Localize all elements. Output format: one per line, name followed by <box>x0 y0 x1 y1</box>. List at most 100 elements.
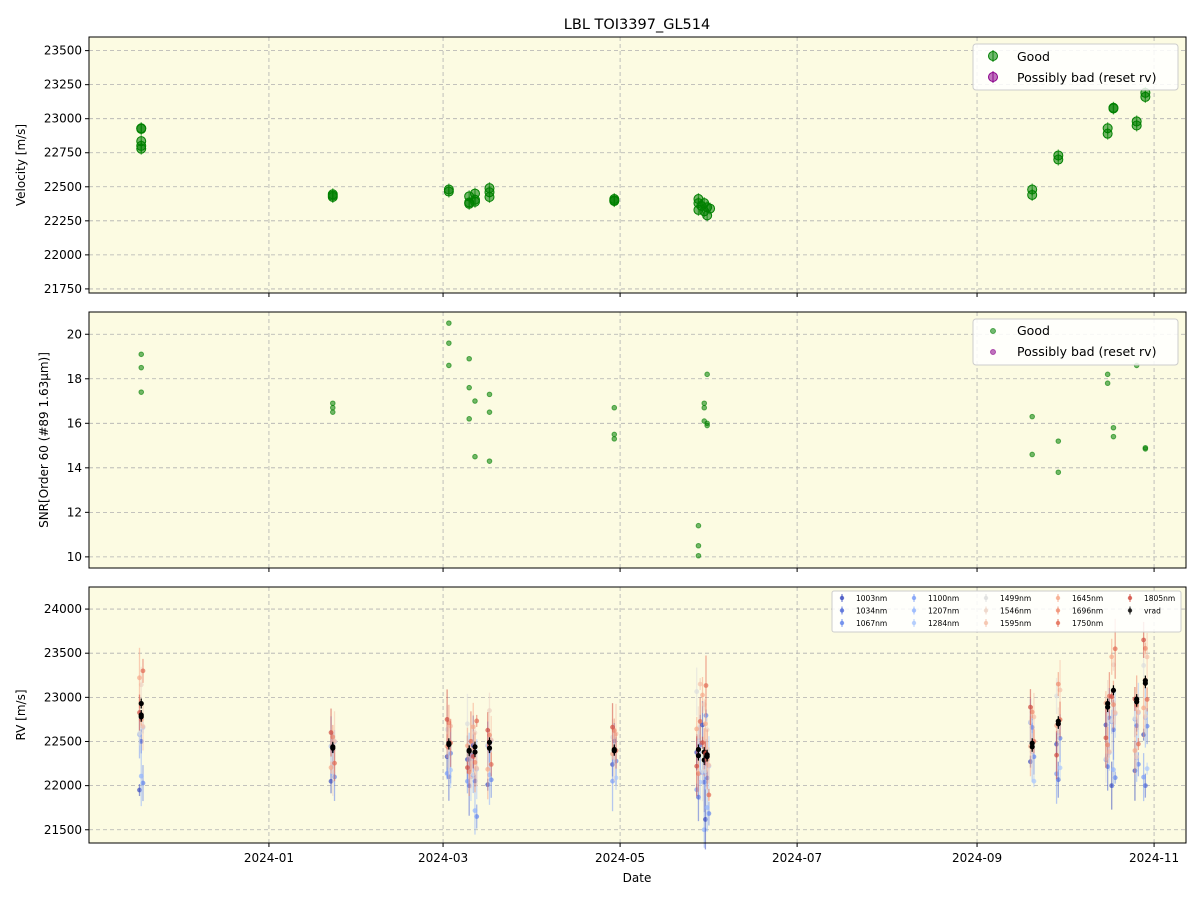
snr-point <box>695 522 702 529</box>
band-point <box>694 763 700 769</box>
snr-point <box>138 364 145 371</box>
x-tick-label: 2024-11 <box>1129 851 1179 865</box>
snr-point <box>466 355 472 362</box>
vrad-point <box>472 749 478 755</box>
band-point <box>610 724 615 730</box>
band-point <box>1057 765 1063 771</box>
snr-point <box>329 409 336 415</box>
vrad-point <box>704 753 710 760</box>
y-tick-label: 23250 <box>44 78 82 92</box>
snr-point <box>701 404 708 411</box>
y-tick-label: 22750 <box>44 146 82 160</box>
rv-legend-label: vrad <box>1144 607 1161 616</box>
vrad-point <box>695 753 702 759</box>
band-point <box>1028 704 1033 710</box>
band-point <box>470 724 476 730</box>
band-point <box>1112 646 1118 652</box>
snr-point <box>466 416 472 422</box>
velocity-point <box>484 192 495 202</box>
snr-point <box>329 404 336 411</box>
snr-point <box>701 400 708 407</box>
snr-point <box>1055 469 1062 476</box>
panel-snr: 101214161820 SNR[Order 60 (#89 1.63μm)] … <box>37 311 1187 572</box>
x-axis-label: Date <box>623 871 652 885</box>
band-point <box>704 805 710 810</box>
legend-bad-marker <box>988 72 998 82</box>
snr-point <box>1110 424 1117 431</box>
rv-legend-label: 1207nm <box>928 607 959 616</box>
figure: LBL TOI3397_GL514 21750 22000 22250 22500 22… <box>14 17 1187 885</box>
figure-title: LBL TOI3397_GL514 <box>564 17 710 33</box>
snr-point <box>1110 433 1117 440</box>
snr-point <box>1104 380 1111 387</box>
rv-legend-label: 1595nm <box>1000 619 1031 628</box>
rv-legend-marker <box>839 608 845 613</box>
snr-point <box>329 400 336 407</box>
band-point <box>700 692 705 698</box>
panel-velocity: 21750 22000 22250 22500 22750 23000 23250 23500… <box>14 36 1187 297</box>
band-point <box>1141 705 1147 711</box>
band-point <box>137 675 142 681</box>
panel-rv: 21500 22000 22500 23000 23500 24000 2024-01 20… <box>14 586 1187 865</box>
band-point <box>472 808 478 813</box>
velocity-point <box>1140 91 1151 102</box>
rv-legend-label: 1284nm <box>928 619 959 628</box>
band-point <box>332 760 337 766</box>
vrad-point <box>486 745 493 751</box>
vrad-point <box>1142 680 1148 686</box>
rv-legend-marker <box>983 620 989 626</box>
snr-point <box>486 458 493 464</box>
y-tick-label: 24000 <box>44 602 82 616</box>
rv-legend-marker <box>1127 595 1133 601</box>
legend-good-marker <box>990 328 996 334</box>
x-tick-label: 2024-09 <box>952 851 1002 865</box>
snr-point <box>138 351 145 358</box>
y-tick-label: 22250 <box>44 214 82 228</box>
band-point <box>1055 681 1061 687</box>
rv-legend-marker <box>983 608 989 613</box>
snr-point <box>1055 438 1062 444</box>
snr-point <box>472 398 478 404</box>
vrad-point <box>138 700 144 707</box>
velocity-point <box>469 196 480 207</box>
snr-point <box>1029 451 1035 458</box>
y-tick-label: 21750 <box>44 282 82 296</box>
y-tick-label: 22000 <box>44 779 82 793</box>
snr-y-label: SNR[Order 60 (#89 1.63μm)] <box>37 352 51 528</box>
band-point <box>694 689 700 694</box>
snr-point <box>611 404 618 411</box>
y-tick-label: 22500 <box>44 734 82 748</box>
vrad-point <box>611 748 617 754</box>
velocity-point <box>136 123 147 134</box>
snr-point <box>611 431 618 438</box>
snr-legend: Good Possibly bad (reset rv) <box>972 318 1179 366</box>
band-point <box>1103 735 1109 741</box>
band-point <box>1141 663 1147 668</box>
velocity-point <box>327 190 338 201</box>
snr-point <box>472 453 478 460</box>
snr-point <box>446 320 452 326</box>
rv-legend-label: 1750nm <box>1072 619 1103 628</box>
band-point <box>1141 637 1147 643</box>
snr-point <box>138 389 145 395</box>
y-tick-label: 14 <box>67 461 82 475</box>
vrad-point <box>1110 687 1117 693</box>
vrad-point <box>330 745 336 751</box>
snr-point <box>446 362 452 369</box>
band-point <box>1132 748 1138 753</box>
band-point <box>700 740 705 746</box>
rv-legend-marker <box>911 608 917 613</box>
y-tick-label: 12 <box>67 505 82 519</box>
band-point <box>1144 766 1150 772</box>
band-point <box>474 718 480 724</box>
vrad-point <box>466 748 472 754</box>
band-point <box>328 765 334 770</box>
band-point <box>1136 741 1141 747</box>
y-tick-label: 23000 <box>44 112 82 126</box>
vrad-point <box>446 741 452 748</box>
rv-legend-label: 1696nm <box>1072 607 1103 616</box>
band-point <box>465 721 470 727</box>
rv-legend-label: 1805nm <box>1144 594 1175 603</box>
rv-legend-label: 1100nm <box>928 594 959 603</box>
velocity-legend: Good Possibly bad (reset rv) <box>972 43 1179 91</box>
